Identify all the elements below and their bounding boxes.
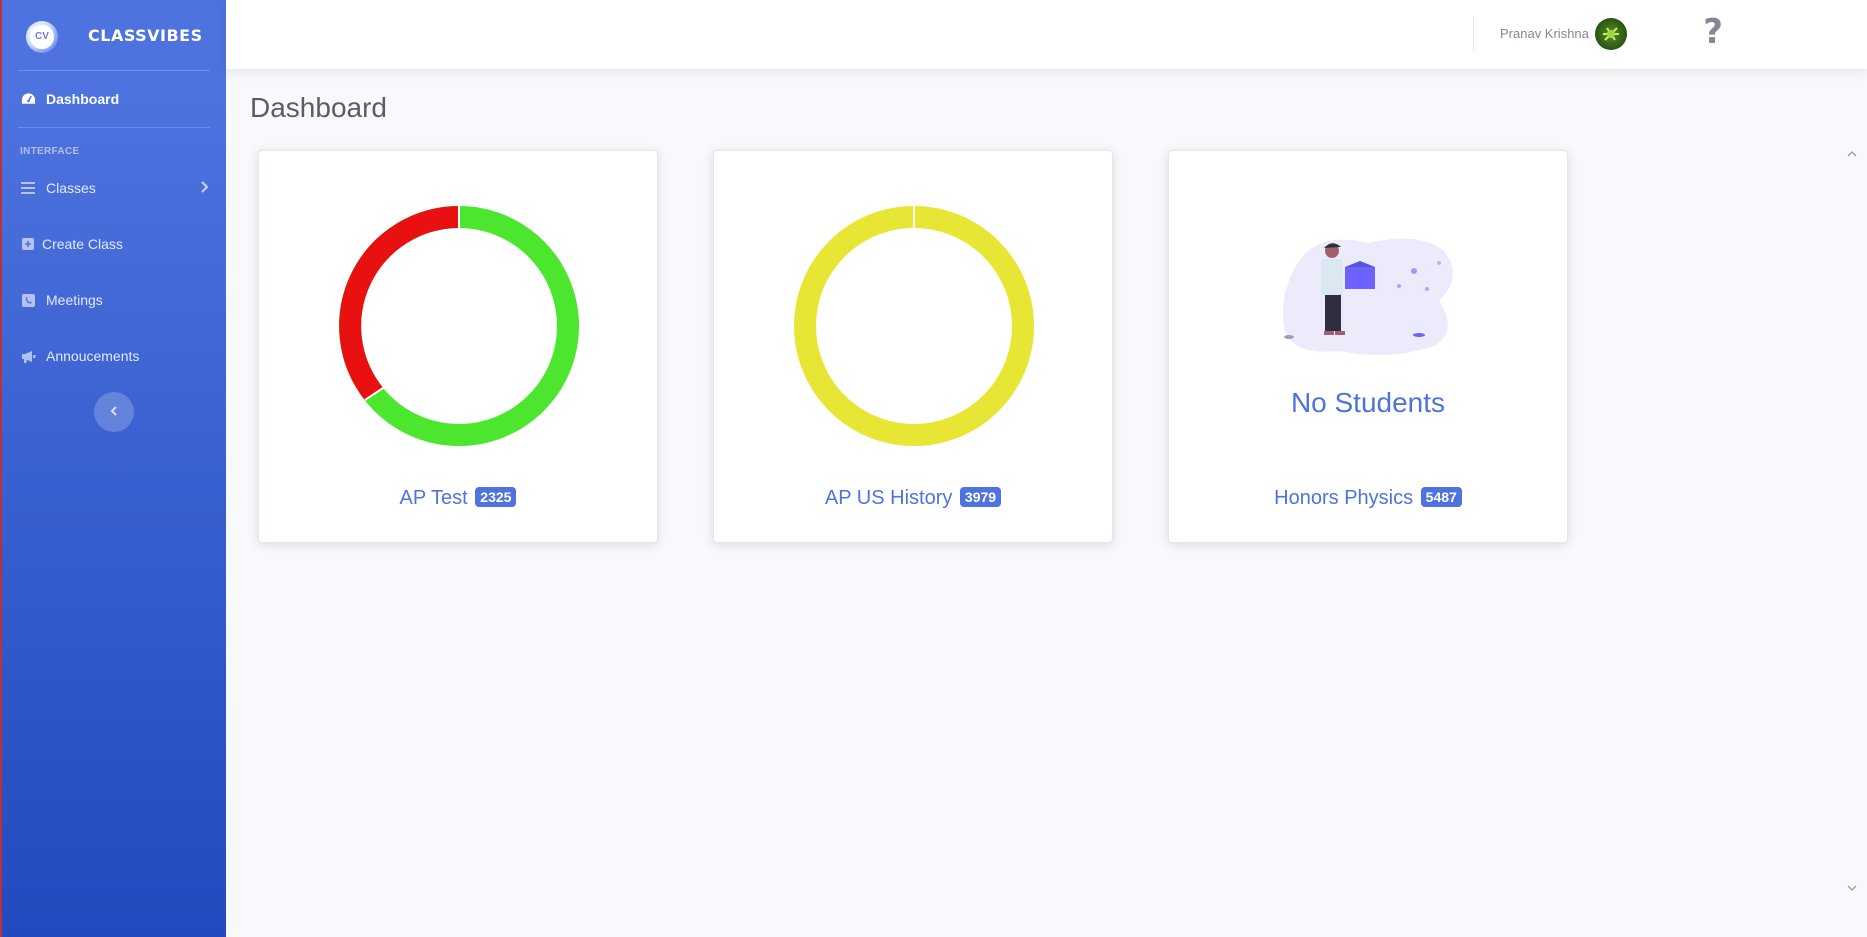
megaphone-icon — [20, 348, 36, 364]
avatar[interactable] — [1595, 18, 1627, 50]
class-code-badge: 2325 — [475, 487, 517, 507]
sidebar: CV CLASSVIBES Dashboard INTERFACE Classe… — [0, 0, 226, 937]
sidebar-item-label: Classes — [46, 180, 96, 196]
class-name: AP US History — [824, 487, 953, 509]
sidebar-item-label: Create Class — [42, 236, 123, 252]
sidebar-item-create-class[interactable]: Create Class — [2, 216, 226, 272]
scroll-down-icon[interactable] — [1847, 884, 1857, 895]
class-title[interactable]: Honors Physics 5487 — [1169, 487, 1567, 510]
sidebar-toggle-button[interactable] — [94, 392, 134, 432]
tachometer-icon — [20, 91, 36, 107]
vertical-scrollbar[interactable] — [1845, 150, 1859, 900]
class-card[interactable]: AP US History 3979 — [713, 150, 1113, 543]
sidebar-item-dashboard[interactable]: Dashboard — [2, 71, 226, 127]
chevron-left-icon — [110, 403, 118, 421]
help-icon[interactable]: ? — [1703, 12, 1723, 52]
list-icon — [20, 180, 36, 196]
sidebar-item-label: Dashboard — [46, 91, 120, 107]
donut-segment-red — [339, 206, 460, 401]
plus-square-icon — [20, 236, 36, 252]
chevron-right-icon — [200, 180, 209, 196]
class-title[interactable]: AP Test 2325 — [259, 487, 657, 510]
sidebar-item-classes[interactable]: Classes — [2, 160, 226, 216]
user-name[interactable]: Pranav Krishna — [1500, 26, 1589, 41]
class-card[interactable]: No Students Honors Physics 5487 — [1168, 150, 1568, 543]
phone-icon — [20, 292, 36, 308]
empty-state-illustration — [1283, 238, 1453, 355]
brand-name: CLASSVIBES — [88, 25, 203, 45]
brand-logo: CV — [22, 15, 62, 55]
donut-segment-yellow — [794, 206, 1034, 446]
sidebar-heading: INTERFACE — [20, 146, 80, 157]
class-name: AP Test — [399, 487, 468, 509]
brand[interactable]: CV CLASSVIBES — [2, 0, 226, 70]
class-card[interactable]: AP Test 2325 — [258, 150, 658, 543]
sidebar-item-announcements[interactable]: Annoucements — [2, 328, 226, 384]
sidebar-item-label: Meetings — [46, 292, 103, 308]
class-title[interactable]: AP US History 3979 — [714, 487, 1112, 510]
empty-state-title: No Students — [1290, 387, 1446, 418]
class-name: Honors Physics — [1274, 487, 1414, 509]
page-title: Dashboard — [250, 92, 387, 123]
attendance-donut-chart — [339, 206, 579, 446]
class-code-badge: 5487 — [1420, 487, 1462, 507]
scroll-up-icon[interactable] — [1845, 150, 1859, 161]
sidebar-item-label: Annoucements — [46, 348, 140, 364]
sidebar-item-meetings[interactable]: Meetings — [2, 272, 226, 328]
topbar-divider — [1473, 16, 1474, 52]
class-code-badge: 3979 — [959, 487, 1002, 507]
attendance-donut-chart — [794, 206, 1034, 446]
brand-logo-text: CV — [30, 25, 54, 49]
